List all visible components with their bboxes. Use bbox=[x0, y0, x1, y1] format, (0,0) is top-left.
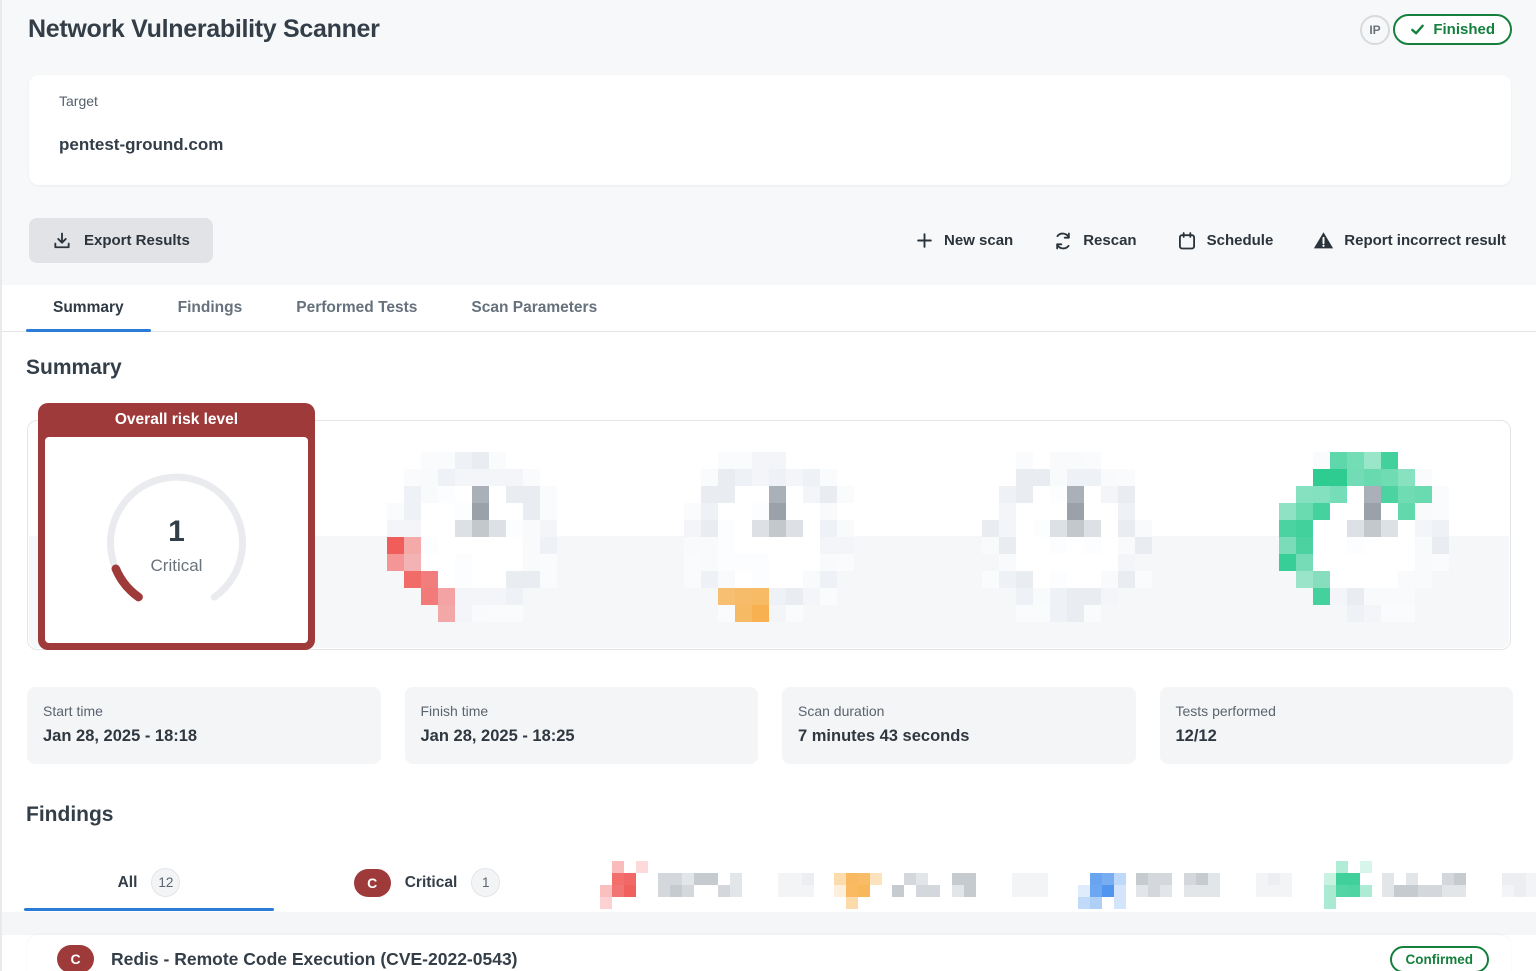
all-count-badge: 12 bbox=[151, 868, 180, 897]
finding-severity-pill: C bbox=[57, 945, 94, 971]
section-divider-strip bbox=[2, 912, 1536, 935]
redacted-filter-medium[interactable] bbox=[834, 863, 1048, 907]
critical-count: 1 bbox=[45, 517, 308, 547]
redacted-count-badge bbox=[1256, 873, 1292, 897]
critical-label: Critical bbox=[45, 556, 308, 576]
refresh-icon bbox=[1053, 231, 1073, 251]
critical-count-badge: 1 bbox=[471, 868, 500, 897]
findings-heading: Findings bbox=[26, 803, 114, 827]
redacted-filter-high[interactable] bbox=[600, 863, 814, 907]
redacted-count-badge bbox=[778, 873, 814, 897]
target-card: Target pentest-ground.com bbox=[29, 75, 1511, 185]
finding-title: Redis - Remote Code Execution (CVE-2022-… bbox=[111, 949, 1373, 970]
rescan-button[interactable]: Rescan bbox=[1053, 231, 1136, 251]
finding-status-badge: Confirmed bbox=[1390, 946, 1490, 971]
summary-heading: Summary bbox=[26, 356, 122, 380]
stat-finish-time: Finish time Jan 28, 2025 - 18:25 bbox=[405, 687, 759, 764]
target-label: Target bbox=[59, 93, 98, 109]
schedule-label: Schedule bbox=[1207, 232, 1274, 249]
plus-icon bbox=[915, 231, 934, 250]
redacted-filter-low[interactable] bbox=[1078, 863, 1292, 907]
stat-scan-duration: Scan duration 7 minutes 43 seconds bbox=[782, 687, 1136, 764]
warning-icon bbox=[1313, 230, 1334, 251]
redacted-count-badge bbox=[1502, 873, 1536, 897]
redacted-severity-pill bbox=[600, 861, 648, 909]
redacted-filter-label bbox=[892, 873, 976, 897]
target-value: pentest-ground.com bbox=[59, 135, 223, 155]
redacted-filter-label bbox=[1136, 873, 1220, 897]
stat-start-time: Start time Jan 28, 2025 - 18:18 bbox=[27, 687, 381, 764]
rescan-label: Rescan bbox=[1083, 232, 1136, 249]
check-icon bbox=[1410, 22, 1425, 37]
report-incorrect-result-button[interactable]: Report incorrect result bbox=[1313, 230, 1506, 251]
finding-row[interactable]: C Redis - Remote Code Execution (CVE-202… bbox=[27, 935, 1511, 971]
findings-list-card: C Redis - Remote Code Execution (CVE-202… bbox=[27, 935, 1511, 971]
page-title: Network Vulnerability Scanner bbox=[28, 15, 380, 44]
stat-tests-performed: Tests performed 12/12 bbox=[1160, 687, 1514, 764]
ip-target-type-badge: IP bbox=[1360, 15, 1390, 45]
download-icon bbox=[52, 231, 72, 251]
redacted-severity-pill bbox=[1324, 861, 1372, 909]
redacted-severity-pill bbox=[1078, 861, 1126, 909]
export-results-button[interactable]: Export Results bbox=[29, 218, 213, 263]
redacted-filter-label bbox=[1382, 873, 1466, 897]
critical-severity-pill: C bbox=[354, 869, 391, 897]
redacted-severity-pill bbox=[834, 861, 882, 909]
scan-stats: Start time Jan 28, 2025 - 18:18 Finish t… bbox=[27, 687, 1513, 764]
tab-summary[interactable]: Summary bbox=[26, 285, 151, 331]
export-results-label: Export Results bbox=[84, 232, 190, 249]
redacted-gauge-info[interactable] bbox=[1279, 452, 1449, 622]
redacted-count-badge bbox=[1012, 873, 1048, 897]
overall-risk-card[interactable]: Overall risk level 1 Critical bbox=[38, 403, 315, 650]
header-area: Network Vulnerability Scanner IP Finishe… bbox=[2, 0, 1536, 285]
tab-performed-tests[interactable]: Performed Tests bbox=[269, 285, 444, 331]
calendar-icon bbox=[1177, 231, 1197, 251]
findings-filter-row: All 12 C Critical 1 bbox=[2, 855, 1536, 912]
new-scan-label: New scan bbox=[944, 232, 1013, 249]
overall-risk-gauge: 1 Critical bbox=[45, 437, 308, 643]
new-scan-button[interactable]: New scan bbox=[915, 231, 1013, 250]
redacted-gauge-medium[interactable] bbox=[684, 452, 854, 622]
active-tab-underline bbox=[26, 329, 151, 332]
risk-gauge-text: 1 Critical bbox=[45, 517, 308, 576]
overall-risk-title: Overall risk level bbox=[38, 403, 315, 437]
active-filter-underline bbox=[24, 908, 274, 911]
redacted-filter-label bbox=[658, 873, 742, 897]
tab-findings[interactable]: Findings bbox=[151, 285, 270, 331]
filter-tab-all[interactable]: All 12 bbox=[24, 855, 274, 910]
scan-status-label: Finished bbox=[1433, 21, 1495, 38]
schedule-button[interactable]: Schedule bbox=[1177, 231, 1274, 251]
results-tabbar: Summary Findings Performed Tests Scan Pa… bbox=[2, 285, 1536, 332]
scan-status-badge: Finished bbox=[1393, 14, 1512, 45]
redacted-gauge-high[interactable] bbox=[387, 452, 557, 622]
toolbar-actions: New scan Rescan Schedule Report incorrec… bbox=[915, 218, 1506, 263]
report-incorrect-result-label: Report incorrect result bbox=[1344, 232, 1506, 249]
scan-results-screen: Network Vulnerability Scanner IP Finishe… bbox=[0, 0, 1536, 971]
redacted-gauge-low[interactable] bbox=[982, 452, 1152, 622]
filter-tab-critical[interactable]: C Critical 1 bbox=[302, 855, 552, 910]
tab-scan-parameters[interactable]: Scan Parameters bbox=[444, 285, 624, 331]
redacted-filter-info[interactable] bbox=[1324, 863, 1536, 907]
